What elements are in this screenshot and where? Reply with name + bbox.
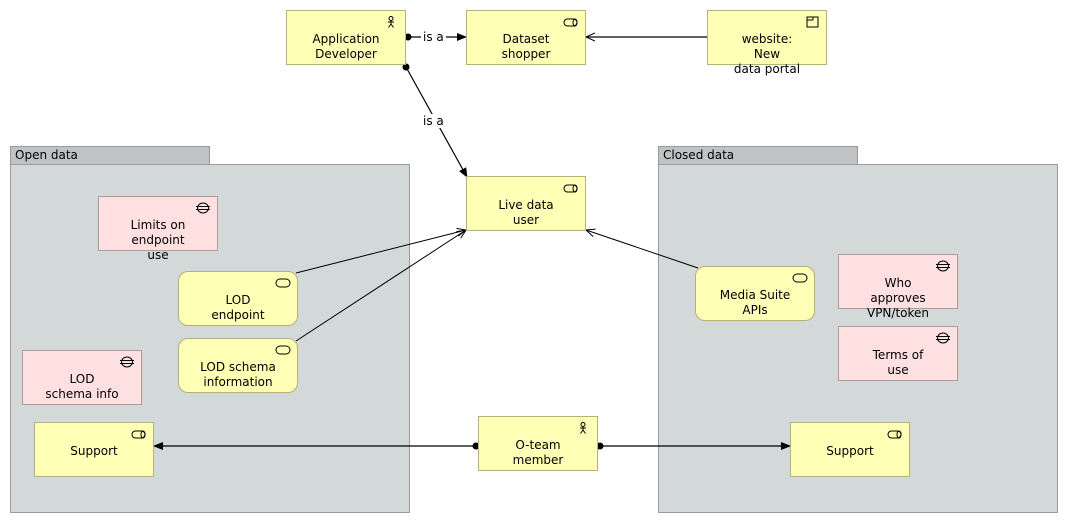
node-label: O-team member <box>512 438 564 467</box>
node-label: website: New data portal <box>733 32 801 76</box>
role-icon <box>887 430 902 439</box>
node-label: Terms of use <box>872 348 924 377</box>
edge-label-dev-to-shopper: is a <box>421 30 446 44</box>
node-label: LOD schema information <box>200 360 276 389</box>
actor-icon <box>388 16 394 28</box>
service-icon <box>792 273 808 283</box>
node-label: Support <box>826 444 874 458</box>
node-label: Support <box>70 444 118 458</box>
constraint-icon <box>936 260 950 272</box>
constraint-icon <box>936 332 950 344</box>
node-label: Dataset shopper <box>501 32 551 61</box>
node-lod-schema-information[interactable]: LOD schema information <box>178 338 298 393</box>
node-dataset-shopper[interactable]: Dataset shopper <box>466 10 586 65</box>
constraint-icon <box>120 356 134 368</box>
actor-icon <box>580 422 586 434</box>
node-limits-on-endpoint-use[interactable]: Limits on endpoint use <box>98 196 218 262</box>
node-label: Media Suite APIs <box>719 288 791 317</box>
service-icon <box>275 345 291 355</box>
node-label: Who approves VPN/token <box>866 276 930 320</box>
node-live-data-user[interactable]: Live data user <box>466 176 586 231</box>
node-support-open[interactable]: Support <box>34 422 154 477</box>
application-icon <box>806 16 819 28</box>
constraint-icon <box>196 202 210 214</box>
node-support-closed[interactable]: Support <box>790 422 910 477</box>
node-media-suite-apis[interactable]: Media Suite APIs <box>695 266 815 321</box>
node-lod-endpoint[interactable]: LOD endpoint <box>178 271 298 326</box>
service-icon <box>275 278 291 288</box>
node-o-team-member[interactable]: O-team member <box>478 416 598 471</box>
role-icon <box>131 430 146 439</box>
node-label: LOD schema info <box>45 372 119 401</box>
node-lod-schema-info[interactable]: LOD schema info <box>22 350 142 405</box>
node-website-new-data-portal[interactable]: website: New data portal <box>707 10 827 76</box>
node-terms-of-use[interactable]: Terms of use <box>838 326 958 381</box>
node-label: LOD endpoint <box>211 293 265 322</box>
role-icon <box>563 184 578 193</box>
node-label: Application Developer <box>312 32 380 61</box>
edge-label-dev-to-live: is a <box>421 114 446 128</box>
group-tab-open-data[interactable]: Open data <box>10 146 210 164</box>
group-tab-closed-data[interactable]: Closed data <box>658 146 858 164</box>
role-icon <box>563 18 578 27</box>
node-who-approves-vpn-token[interactable]: Who approves VPN/token <box>838 254 958 320</box>
node-application-developer[interactable]: Application Developer <box>286 10 406 65</box>
node-label: Live data user <box>498 198 554 227</box>
